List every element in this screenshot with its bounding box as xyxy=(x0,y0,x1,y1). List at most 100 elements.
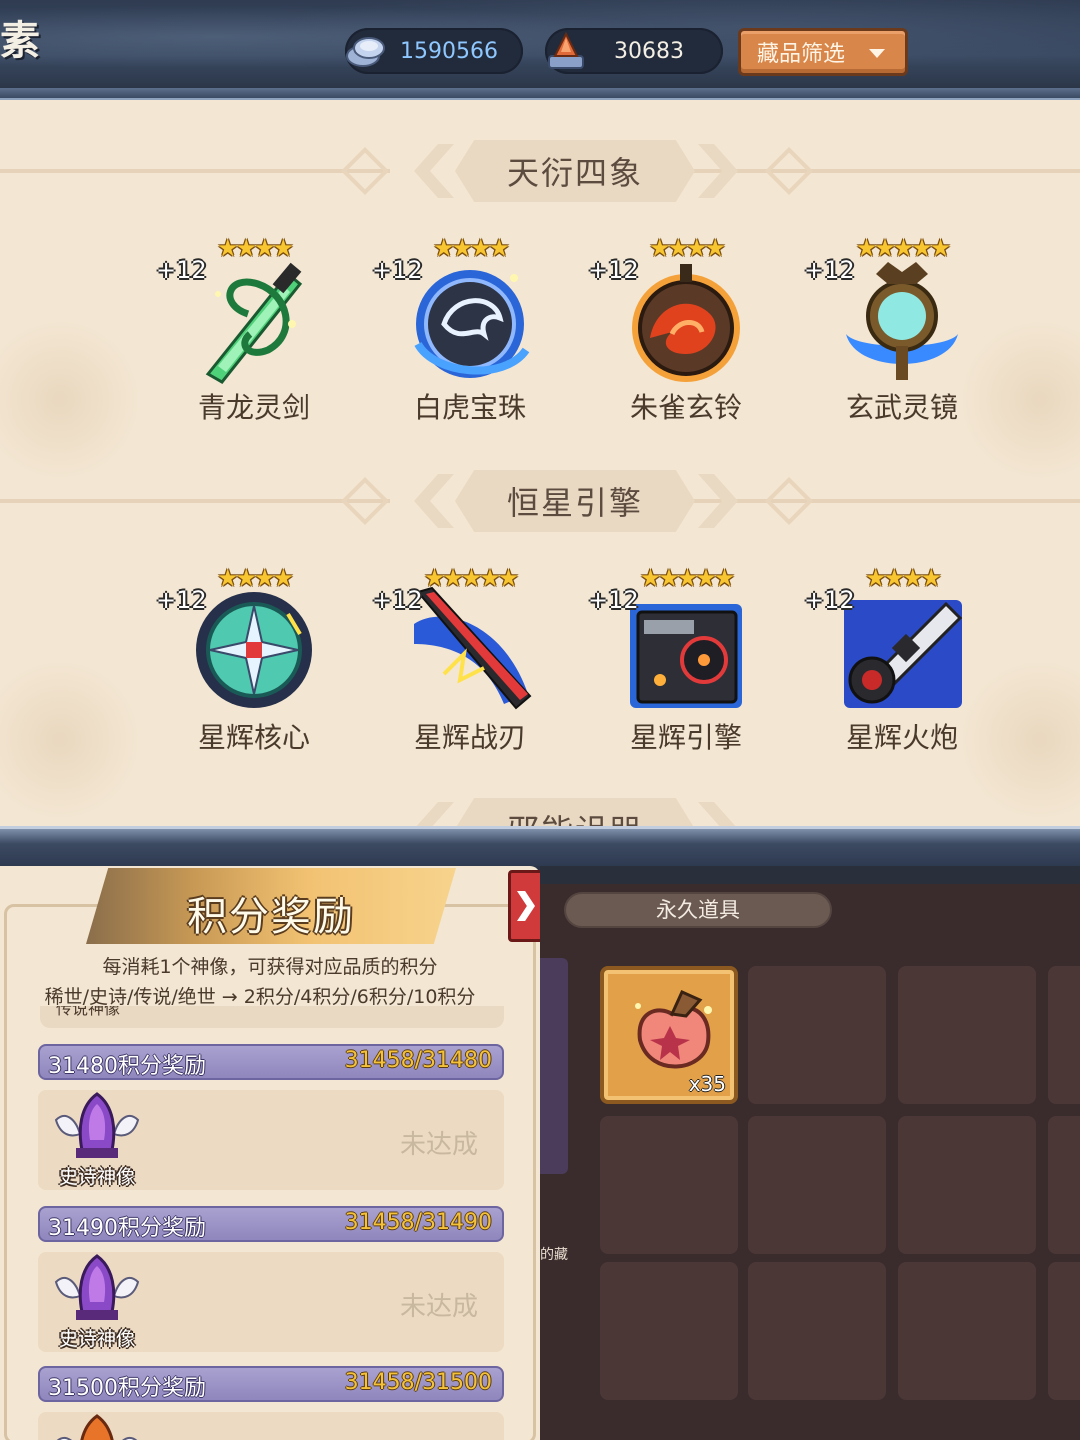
item-name: 星辉引擎 xyxy=(629,721,742,754)
item-level: +12 xyxy=(372,586,423,614)
inventory-slot[interactable] xyxy=(748,1116,886,1254)
gem-currency: 30683 xyxy=(545,28,723,74)
reward-item-name: 史诗神像 xyxy=(58,1166,135,1188)
chevron-left-ornament-icon xyxy=(414,474,454,528)
reward-tier-card[interactable]: 史诗神像 未达成 xyxy=(38,1090,504,1190)
inventory-panel: 永久道具 的藏 x35 xyxy=(540,866,1080,1440)
reward-tier-header: 31490积分奖励 31458/31490 xyxy=(38,1206,504,1242)
legendary-statue-icon xyxy=(56,1414,138,1440)
diamond-ornament-icon xyxy=(340,476,390,526)
item-name: 青龙灵剑 xyxy=(197,391,310,424)
reward-tier-card[interactable] xyxy=(38,1412,504,1440)
section-title: 恒星引擎 xyxy=(506,484,643,522)
collection-item-star-blade[interactable]: ★★★★★ +12 星辉战刃 xyxy=(370,564,570,764)
inventory-slot[interactable] xyxy=(600,1262,738,1400)
section-title: 天衍四象 xyxy=(506,154,643,192)
epic-statue-icon xyxy=(54,1254,140,1320)
reward-tier-header: 31500积分奖励 31458/31500 xyxy=(38,1366,504,1402)
collection-filter-dropdown[interactable]: 藏品筛选 xyxy=(738,28,908,76)
item-level: +12 xyxy=(156,586,207,614)
star-engine-icon xyxy=(630,604,742,708)
tier-progress: 31458/31480 xyxy=(344,1048,492,1073)
collection-item-star-cannon[interactable]: ★★★★ +12 星辉火炮 xyxy=(802,564,1002,764)
covered-text: 的藏 xyxy=(540,1247,568,1263)
item-level: +12 xyxy=(156,256,207,284)
inventory-slot[interactable] xyxy=(898,1262,1036,1400)
inventory-slot[interactable] xyxy=(748,1262,886,1400)
diamond-ornament-icon xyxy=(340,146,390,196)
vermilion-bird-bell-icon xyxy=(632,264,740,382)
item-quantity: x35 xyxy=(688,1072,726,1096)
side-ribbon xyxy=(540,958,568,1174)
collection-item-zhuque[interactable]: ★★★★ +12 朱雀玄铃 xyxy=(586,234,786,434)
inventory-slot[interactable] xyxy=(1048,1262,1080,1400)
silver-amount: 1590566 xyxy=(400,38,498,64)
hud-divider xyxy=(0,88,1080,100)
diamond-ornament-icon xyxy=(764,476,814,526)
white-tiger-orb-icon xyxy=(414,270,530,378)
collection-item-qinglong[interactable]: ★★★★ +12 青龙灵剑 xyxy=(154,234,354,434)
item-name: 玄武灵镜 xyxy=(845,391,958,424)
item-level: +12 xyxy=(804,586,855,614)
item-level: +12 xyxy=(804,256,855,284)
collection-item-baihu[interactable]: ★★★★ +12 白虎宝珠 xyxy=(370,234,570,434)
star-blade-icon xyxy=(414,586,532,710)
item-name: 星辉核心 xyxy=(197,721,310,754)
section-header-tianyan: 天衍四象 xyxy=(0,136,1080,206)
screen-title-fragment: 素 xyxy=(0,18,40,64)
item-name: 星辉火炮 xyxy=(845,721,958,754)
item-level: +12 xyxy=(588,256,639,284)
inventory-slot[interactable]: x35 xyxy=(600,966,738,1104)
tier-status: 未达成 xyxy=(399,1292,478,1322)
tier-progress: 31458/31500 xyxy=(344,1370,492,1395)
panel-divider xyxy=(0,826,1080,866)
reward-description: 每消耗1个神像，可获得对应品质的积分 xyxy=(102,956,438,978)
reward-tier-header: 31480积分奖励 31458/31480 xyxy=(38,1044,504,1080)
gem-amount: 30683 xyxy=(614,38,684,64)
green-dragon-sword-icon xyxy=(205,262,303,384)
chevron-right-icon xyxy=(517,891,535,921)
reward-item-label-cut: 传说神像 xyxy=(40,1006,504,1028)
chevron-left-ornament-icon xyxy=(414,144,454,198)
diamond-ornament-icon xyxy=(764,146,814,196)
black-tortoise-mirror-icon xyxy=(846,262,958,380)
reward-point-rates: 稀世/史诗/传说/绝世 → 2积分/4积分/6积分/10积分 xyxy=(44,986,476,1008)
gift-bag-icon xyxy=(635,990,712,1069)
points-reward-panel: 积分奖励 每消耗1个神像，可获得对应品质的积分 稀世/史诗/传说/绝世 → 2积… xyxy=(0,866,540,1440)
star-core-icon xyxy=(196,592,312,708)
collection-panel: 天衍四象 ★★★★ +12 青龙灵剑 ★★★★ +12 白虎宝珠 ★★★★ +1… xyxy=(0,100,1080,828)
collection-item-star-core[interactable]: ★★★★ +12 星辉核心 xyxy=(154,564,354,764)
tier-label: 31480积分奖励 xyxy=(48,1054,206,1079)
inventory-slot[interactable] xyxy=(1048,966,1080,1104)
collection-item-star-engine[interactable]: ★★★★★ +12 星辉引擎 xyxy=(586,564,786,764)
inventory-slot[interactable] xyxy=(1048,1116,1080,1254)
item-name: 朱雀玄铃 xyxy=(629,391,742,424)
section-header-next: 邪能诅咒 xyxy=(0,794,1080,828)
tab-permanent-items[interactable]: 永久道具 xyxy=(564,892,832,928)
section-title: 邪能诅咒 xyxy=(455,806,695,828)
item-name: 星辉战刃 xyxy=(413,721,526,754)
tier-progress: 31458/31490 xyxy=(344,1210,492,1235)
inventory-slot[interactable] xyxy=(898,966,1036,1104)
chevron-down-icon xyxy=(869,49,885,58)
filter-label: 藏品筛选 xyxy=(757,42,846,67)
collection-item-xuanwu[interactable]: ★★★★★ +12 玄武灵镜 xyxy=(802,234,1002,434)
epic-statue-icon xyxy=(54,1092,140,1158)
item-level: +12 xyxy=(588,586,639,614)
top-hud: 素 1590566 30683 藏品筛选 xyxy=(0,0,1080,92)
inventory-slot[interactable] xyxy=(898,1116,1036,1254)
item-level: +12 xyxy=(372,256,423,284)
section-header-hengxing: 恒星引擎 xyxy=(0,466,1080,536)
reward-panel-title: 积分奖励 xyxy=(187,894,355,940)
reward-tier-card[interactable]: 史诗神像 未达成 xyxy=(38,1252,504,1352)
tier-status: 未达成 xyxy=(399,1130,478,1160)
inventory-slot[interactable] xyxy=(748,966,886,1104)
star-cannon-icon xyxy=(844,600,963,708)
reward-banner: 积分奖励 xyxy=(86,868,456,944)
inventory-slot[interactable] xyxy=(600,1116,738,1254)
item-name: 白虎宝珠 xyxy=(413,391,526,424)
silver-currency: 1590566 xyxy=(345,28,523,74)
tier-label: 31500积分奖励 xyxy=(48,1376,206,1401)
reward-item-name: 史诗神像 xyxy=(58,1328,135,1350)
tier-label: 31490积分奖励 xyxy=(48,1216,206,1241)
